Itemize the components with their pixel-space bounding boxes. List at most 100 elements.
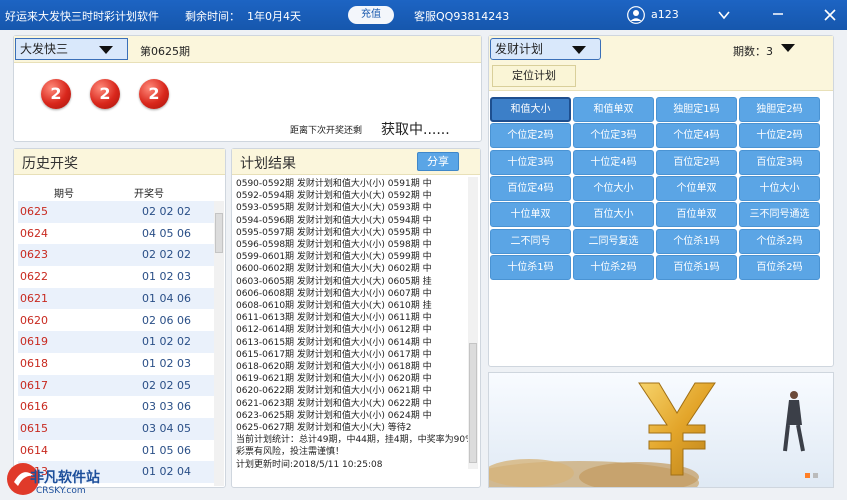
plan-result-panel: 计划结果 分享 0590-0592期 发财计划和值大小(小) 0591期 中 05… (231, 148, 481, 488)
history-row: 0620 02 06 06 (18, 310, 215, 332)
history-issue: 0618 (20, 356, 48, 370)
countdown-value: 获取中...... (381, 122, 450, 138)
lottery-select[interactable]: 大发快三 (15, 38, 128, 60)
plan-option-button[interactable]: 十位定2码 (739, 123, 820, 149)
plan-option-button[interactable]: 十位大小 (739, 175, 820, 201)
remaining-time-value: 1年0月4天 (247, 10, 301, 23)
history-numbers: 01 02 04 (142, 465, 191, 479)
plan-result-line: 0600-0602期 发财计划和值大小(大) 0602期 中 (236, 264, 432, 275)
plan-option-button[interactable]: 个位定3码 (573, 123, 654, 149)
plan-option-button[interactable]: 三不同号通选 (739, 202, 820, 228)
plan-option-button[interactable]: 个位大小 (573, 175, 654, 201)
plan-option-button[interactable]: 十位杀2码 (573, 254, 654, 280)
draw-ball: 2 (90, 79, 120, 109)
plan-result-line: 0596-0598期 发财计划和值大小(小) 0598期 中 (236, 240, 432, 250)
plan-result-line: 0593-0595期 发财计划和值大小(大) 0593期 中 (236, 203, 432, 214)
plan-option-button[interactable]: 和值单双 (573, 97, 654, 122)
history-row: 0625 02 02 02 (18, 201, 215, 223)
title-bar: 好运来大发快三时时彩计划软件 剩余时间： 1年0月4天 充值 客服QQ93814… (0, 0, 847, 30)
history-issue: 0619 (20, 335, 48, 349)
draw-panel: 大发快三 第0625期 2 2 2 距离下次开奖还剩 获取中...... (13, 35, 482, 142)
share-button[interactable]: 分享 (417, 152, 459, 171)
history-panel: 历史开奖 期号 开奖号 0625 02 02 02 0624 04 05 06 0623… (13, 148, 226, 488)
history-scroll-thumb[interactable] (215, 213, 223, 253)
countdown-label: 距离下次开奖还剩 (290, 126, 363, 136)
history-issue: 0624 (20, 226, 48, 240)
history-col-numbers: 开奖号 (134, 189, 164, 200)
history-issue: 0622 (20, 270, 48, 284)
plan-option-button[interactable]: 百位定3码 (739, 149, 820, 175)
plan-option-button[interactable]: 和值大小 (490, 97, 571, 122)
draw-ball: 2 (139, 79, 169, 109)
plan-option-button[interactable]: 个位定2码 (490, 123, 571, 149)
history-row: 0616 03 03 06 (18, 396, 215, 418)
plan-result-line: 0618-0620期 发财计划和值大小(小) 0618期 中 (236, 362, 432, 372)
period-caret-icon[interactable] (781, 44, 795, 52)
plan-option-button[interactable]: 个位定4码 (656, 123, 737, 149)
plan-option-button[interactable]: 个位单双 (656, 175, 737, 201)
recharge-button[interactable]: 充值 (348, 6, 394, 24)
history-issue: 0615 (20, 422, 48, 435)
plan-select[interactable]: 发财计划 (490, 38, 601, 60)
plan-option-button[interactable]: 十位定3码 (490, 149, 571, 175)
plan-option-button[interactable]: 个位杀2码 (739, 228, 820, 254)
plan-result-line: 0613-0615期 发财计划和值大小(小) 0614期 中 (236, 337, 432, 348)
history-numbers: 01 02 03 (142, 356, 191, 370)
promo-banner (488, 372, 834, 488)
plan-result-line: 0608-0610期 发财计划和值大小(大) 0610期 挂 (236, 301, 432, 311)
history-numbers: 03 04 05 (142, 422, 191, 435)
plan-option-button[interactable]: 二不同号 (490, 228, 571, 254)
history-numbers: 04 05 06 (142, 226, 191, 240)
history-issue: 0614 (20, 443, 48, 457)
plan-result-header: 计划结果 分享 (232, 149, 480, 175)
history-title: 历史开奖 (22, 156, 78, 172)
plan-option-button[interactable]: 百位定2码 (656, 149, 737, 175)
plan-option-button[interactable]: 百位单双 (656, 202, 737, 228)
plan-option-button[interactable]: 百位杀1码 (656, 254, 737, 280)
plan-select-label: 发财计划 (495, 42, 544, 56)
history-numbers: 02 06 06 (142, 313, 191, 327)
plan-option-button[interactable]: 十位单双 (490, 202, 571, 228)
history-issue: 0616 (20, 400, 48, 414)
history-row: 0617 02 02 05 (18, 374, 215, 397)
plan-result-line: 彩票有风险，投注需谨慎！ (236, 447, 345, 458)
plan-result-line: 0595-0597期 发财计划和值大小(大) 0595期 中 (236, 227, 432, 238)
plan-result-scroll-thumb[interactable] (469, 343, 477, 463)
history-row: 0621 01 04 06 (18, 287, 215, 310)
plan-option-button[interactable]: 个位杀1码 (656, 228, 737, 254)
app-title: 好运来大发快三时时彩计划软件 (5, 10, 159, 23)
history-numbers: 02 02 02 (142, 248, 191, 262)
plan-option-button[interactable]: 独胆定2码 (739, 97, 820, 122)
plan-option-button[interactable]: 十位杀1码 (490, 254, 571, 280)
history-numbers: 03 03 06 (142, 400, 191, 414)
plan-option-button[interactable]: 百位杀2码 (739, 254, 820, 280)
plan-option-button[interactable]: 十位定4码 (573, 149, 654, 175)
history-row: 0622 01 02 03 (18, 266, 215, 288)
plan-result-scrollbar[interactable] (468, 177, 478, 469)
history-row: 0619 01 02 02 (18, 331, 215, 353)
close-icon[interactable] (822, 7, 838, 23)
history-row: 0618 01 02 03 (18, 353, 215, 375)
current-issue: 第0625期 (140, 45, 190, 58)
plan-option-button[interactable]: 二同号复选 (573, 228, 654, 254)
plan-result-line: 0615-0617期 发财计划和值大小(小) 0617期 中 (236, 349, 432, 360)
history-row: 0623 02 02 02 (18, 244, 215, 267)
chevron-down-icon[interactable] (716, 8, 732, 24)
minimize-icon[interactable] (770, 5, 786, 21)
position-plan-tab[interactable]: 定位计划 (492, 65, 576, 87)
history-numbers: 01 05 06 (142, 443, 191, 457)
plan-result-line: 0592-0594期 发财计划和值大小(大) 0592期 中 (236, 191, 432, 202)
history-scrollbar[interactable] (214, 201, 224, 486)
history-issue: 0623 (20, 248, 48, 262)
user-avatar-icon[interactable] (627, 6, 645, 24)
history-header: 历史开奖 (14, 149, 225, 175)
plan-option-button[interactable]: 百位定4码 (490, 175, 571, 201)
history-issue: 0620 (20, 313, 48, 327)
plan-option-button[interactable]: 独胆定1码 (656, 97, 737, 122)
history-issue: 0617 (20, 378, 48, 392)
history-numbers: 02 02 02 (142, 205, 191, 218)
plan-result-line: 0590-0592期 发财计划和值大小(小) 0591期 中 (236, 179, 432, 189)
plan-result-line: 0612-0614期 发财计划和值大小(小) 0612期 中 (236, 325, 432, 336)
remaining-time-label: 剩余时间： (185, 10, 240, 23)
plan-option-button[interactable]: 百位大小 (573, 202, 654, 228)
